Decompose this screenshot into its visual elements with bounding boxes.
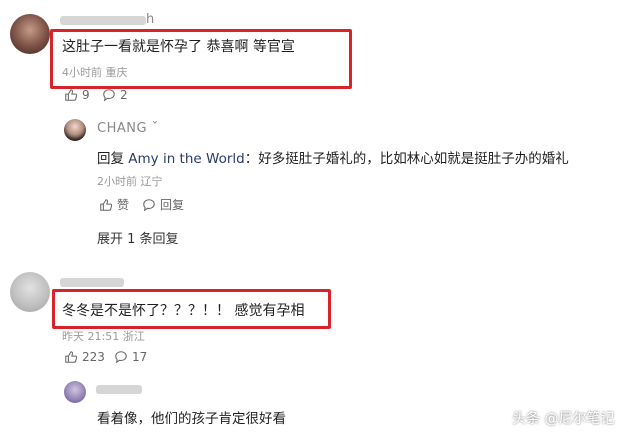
- comment-text: 冬冬是不是怀了？？？！！ 感觉有孕相: [62, 303, 305, 319]
- thumb-up-icon: [65, 351, 78, 363]
- reply-button[interactable]: 17: [114, 350, 147, 364]
- reply-colon: ：: [244, 151, 259, 167]
- comment-bubble-icon: [103, 89, 115, 102]
- reply-target-link[interactable]: Amy in the World: [128, 151, 244, 167]
- comment-location: 浙江: [122, 330, 145, 343]
- comment-time: 昨天 21:51: [62, 330, 120, 343]
- username-blurred: [60, 278, 124, 287]
- thumb-up-icon: [65, 89, 78, 101]
- reply-location: 辽宁: [140, 175, 163, 188]
- comment-bubble-icon: [115, 351, 127, 364]
- avatar[interactable]: [10, 14, 50, 54]
- reply-prefix: 回复: [97, 151, 124, 167]
- reply-body: 好多挺肚子婚礼的，比如林心如就是挺肚子办的婚礼: [258, 151, 569, 167]
- username-blurred: [96, 385, 142, 394]
- reply-count: 17: [132, 350, 148, 364]
- like-button[interactable]: 9: [64, 88, 90, 102]
- like-count: 223: [82, 350, 105, 364]
- reply-text: 回复 Amy in the World：好多挺肚子婚礼的，比如林心如就是挺肚子办…: [97, 147, 569, 167]
- comment-time: 4小时前: [62, 66, 102, 79]
- expand-replies-link[interactable]: 展开 1 条回复: [97, 228, 179, 247]
- username[interactable]: h: [146, 12, 154, 27]
- reply-like-button[interactable]: 赞: [99, 196, 129, 213]
- avatar[interactable]: [64, 381, 86, 403]
- avatar[interactable]: [10, 272, 50, 312]
- like-count: 9: [82, 88, 90, 102]
- reply-count: 2: [120, 88, 128, 102]
- reply-like-label: 赞: [117, 198, 130, 212]
- watermark: 头条 @尼尔笔记: [512, 411, 615, 427]
- reply-avatar[interactable]: [64, 119, 86, 141]
- comment-text: 看着像，他们的孩子肯定很好看: [97, 411, 286, 427]
- comment-location: 重庆: [105, 66, 128, 79]
- reply-meta: 2小时前 辽宁: [97, 173, 163, 189]
- thumb-up-icon: [100, 198, 113, 211]
- comment-meta: 昨天 21:51 浙江: [62, 328, 145, 344]
- reply-reply-button[interactable]: 回复: [142, 196, 184, 213]
- reply-reply-label: 回复: [160, 198, 185, 212]
- comment-meta: 4小时前 重庆: [62, 64, 128, 80]
- comment-bubble-icon: [143, 198, 155, 211]
- reply-username[interactable]: CHANG ˇ: [97, 121, 159, 136]
- like-button[interactable]: 223: [64, 350, 105, 364]
- reply-button[interactable]: 2: [102, 88, 128, 102]
- username-blurred: [60, 16, 146, 25]
- comment-text: 这肚子一看就是怀孕了 恭喜啊 等官宣: [62, 39, 295, 55]
- reply-time: 2小时前: [97, 175, 137, 188]
